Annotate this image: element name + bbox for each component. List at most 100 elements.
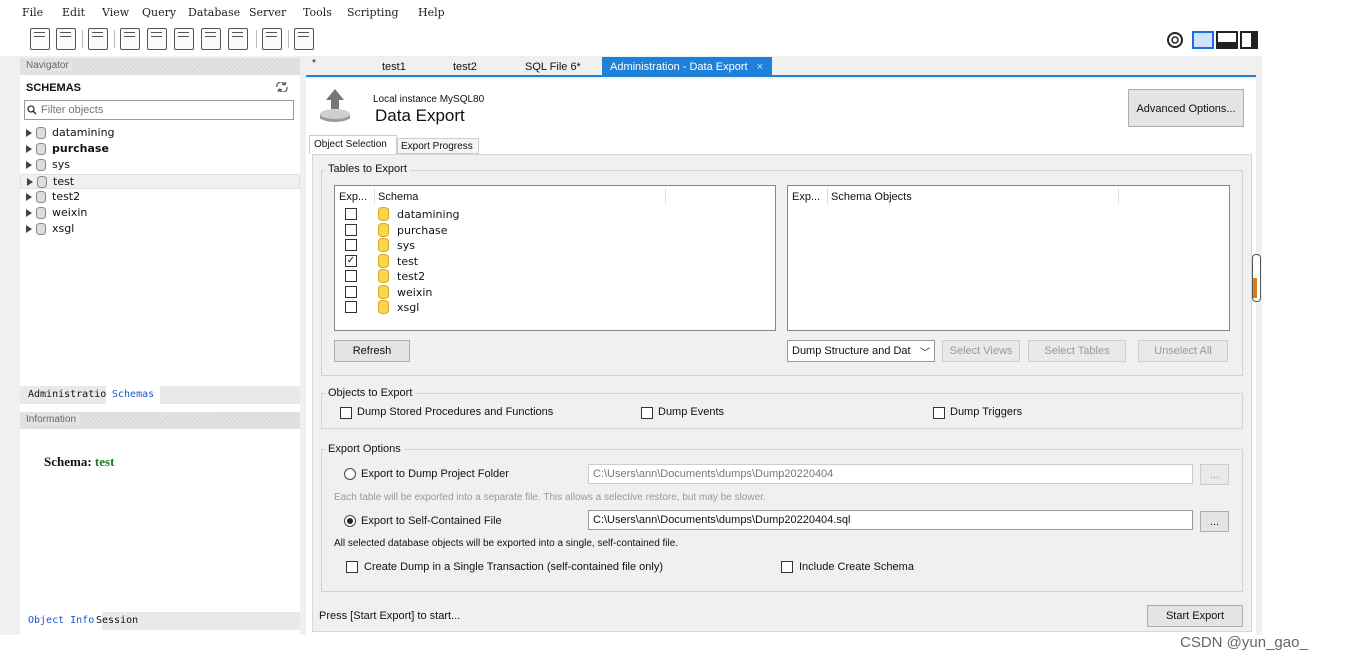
dump-triggers-checkbox[interactable] [933, 407, 945, 419]
toolbar-separator [82, 30, 83, 48]
new-sql-tab-icon[interactable] [30, 28, 50, 50]
tab-sql-file[interactable]: SQL File 6* [525, 61, 581, 73]
export-progress-tab[interactable]: Export Progress [397, 138, 479, 154]
schema-tree-label: test [53, 175, 75, 188]
advanced-options-button[interactable]: Advanced Options... [1128, 89, 1244, 127]
export-checkbox[interactable] [345, 223, 357, 236]
schema-icon [378, 207, 389, 221]
folder-path-input[interactable]: C:\Users\ann\Documents\dumps\Dump2022040… [588, 464, 1193, 484]
tab-test2[interactable]: test2 [453, 61, 477, 73]
expand-arrow-icon[interactable] [27, 178, 33, 186]
expand-arrow-icon[interactable] [26, 225, 32, 233]
schema-row[interactable]: datamining [345, 207, 645, 222]
select-tables-button[interactable]: Select Tables [1028, 340, 1126, 362]
database-icon [36, 143, 46, 155]
scrollbar-accent [1253, 278, 1257, 298]
settings-icon[interactable] [1166, 31, 1184, 49]
inspector-icon[interactable] [88, 28, 108, 50]
include-create-schema-checkbox[interactable] [781, 561, 793, 573]
schema-row[interactable]: weixin [345, 284, 645, 300]
tab-session[interactable]: Session [96, 615, 138, 626]
create-view-icon[interactable] [174, 28, 194, 50]
open-sql-file-icon[interactable] [56, 28, 76, 50]
toggle-secondary-sidebar-icon[interactable] [1240, 31, 1258, 49]
refresh-schemas-icon[interactable] [276, 82, 288, 92]
export-checkbox[interactable]: ✓ [345, 254, 357, 267]
schema-tree-item[interactable]: sys [26, 158, 70, 173]
objects-col-export[interactable]: Exp... [792, 191, 820, 203]
tab-data-export[interactable]: Administration - Data Export × [602, 57, 772, 77]
browse-file-button[interactable]: ... [1200, 511, 1229, 532]
export-checkbox[interactable] [345, 301, 357, 313]
tab-test1[interactable]: test1 [382, 61, 406, 73]
unselect-all-button[interactable]: Unselect All [1138, 340, 1228, 362]
select-views-button[interactable]: Select Views [942, 340, 1020, 362]
schema-row[interactable]: test2 [345, 269, 645, 284]
schema-tree-item[interactable]: xsgl [26, 222, 74, 237]
column-divider [827, 188, 828, 204]
export-checkbox[interactable] [345, 270, 357, 282]
export-file-radio[interactable] [344, 515, 356, 527]
export-file-label: Export to Self-Contained File [361, 515, 502, 527]
start-export-button[interactable]: Start Export [1147, 605, 1243, 627]
schema-list: Exp... Schema datamining purchase sys ✓ test… [334, 185, 776, 331]
schema-row[interactable]: sys [345, 238, 645, 253]
export-checkbox[interactable] [345, 208, 357, 220]
tab-object-info[interactable]: Object Info [20, 612, 103, 630]
toggle-output-icon[interactable] [1216, 31, 1238, 49]
schema-row[interactable]: purchase [345, 222, 645, 238]
single-transaction-checkbox[interactable] [346, 561, 358, 573]
object-selection-tab[interactable]: Object Selection [309, 135, 397, 154]
file-hint: All selected database objects will be ex… [334, 538, 679, 549]
export-folder-radio[interactable] [344, 468, 356, 480]
tab-administration[interactable]: Administration [28, 389, 112, 400]
objects-col-name[interactable]: Schema Objects [831, 191, 912, 203]
expand-arrow-icon[interactable] [26, 193, 32, 201]
expand-arrow-icon[interactable] [26, 161, 32, 169]
toolbar-separator [114, 30, 115, 48]
schema-tree-item[interactable]: test2 [26, 190, 80, 205]
create-function-icon[interactable] [228, 28, 248, 50]
schema-row[interactable]: ✓ test [345, 253, 645, 269]
schema-objects-list: Exp... Schema Objects [787, 185, 1230, 331]
dump-procedures-checkbox[interactable] [340, 407, 352, 419]
refresh-button[interactable]: Refresh [334, 340, 410, 362]
filter-objects-input[interactable] [41, 103, 287, 117]
schema-tree-item[interactable]: weixin [26, 206, 87, 221]
menu-database[interactable]: Database [188, 6, 240, 19]
create-schema-icon[interactable] [120, 28, 140, 50]
column-divider [1118, 188, 1119, 204]
file-path-input[interactable]: C:\Users\ann\Documents\dumps\Dump2022040… [588, 510, 1193, 530]
menu-server[interactable]: Server [249, 6, 286, 19]
expand-arrow-icon[interactable] [26, 129, 32, 137]
menu-query[interactable]: Query [142, 6, 176, 19]
schema-tree-item[interactable]: datamining [26, 126, 115, 141]
dump-type-select[interactable]: Dump Structure and Dat ﹀ [787, 340, 935, 362]
export-checkbox[interactable] [345, 285, 357, 298]
search-table-data-icon[interactable] [262, 28, 282, 50]
expand-arrow-icon[interactable] [26, 145, 32, 153]
reconnect-icon[interactable] [294, 28, 314, 50]
tab-schemas[interactable]: Schemas [106, 386, 161, 404]
schema-list-col-export[interactable]: Exp... [339, 191, 367, 203]
export-checkbox[interactable] [345, 239, 357, 251]
menu-file[interactable]: File [22, 6, 43, 19]
expand-arrow-icon[interactable] [26, 209, 32, 217]
schema-tree-item[interactable]: purchase [26, 142, 109, 157]
schema-row[interactable]: xsgl [345, 300, 645, 315]
menu-tools[interactable]: Tools [303, 6, 332, 19]
menu-help[interactable]: Help [418, 6, 445, 19]
menu-edit[interactable]: Edit [62, 6, 85, 19]
schema-tree-label: purchase [52, 142, 109, 155]
create-table-icon[interactable] [147, 28, 167, 50]
menu-scripting[interactable]: Scripting [347, 6, 399, 19]
close-icon[interactable]: × [757, 61, 763, 73]
create-procedure-icon[interactable] [201, 28, 221, 50]
menu-view[interactable]: View [102, 6, 129, 19]
tab-overflow[interactable]: * [312, 58, 316, 69]
schema-list-col-schema[interactable]: Schema [378, 191, 418, 203]
toggle-sidebar-icon[interactable] [1192, 31, 1214, 49]
dump-events-checkbox[interactable] [641, 407, 653, 419]
schema-tree-item[interactable]: test [20, 174, 300, 189]
browse-folder-button[interactable]: ... [1200, 464, 1229, 485]
